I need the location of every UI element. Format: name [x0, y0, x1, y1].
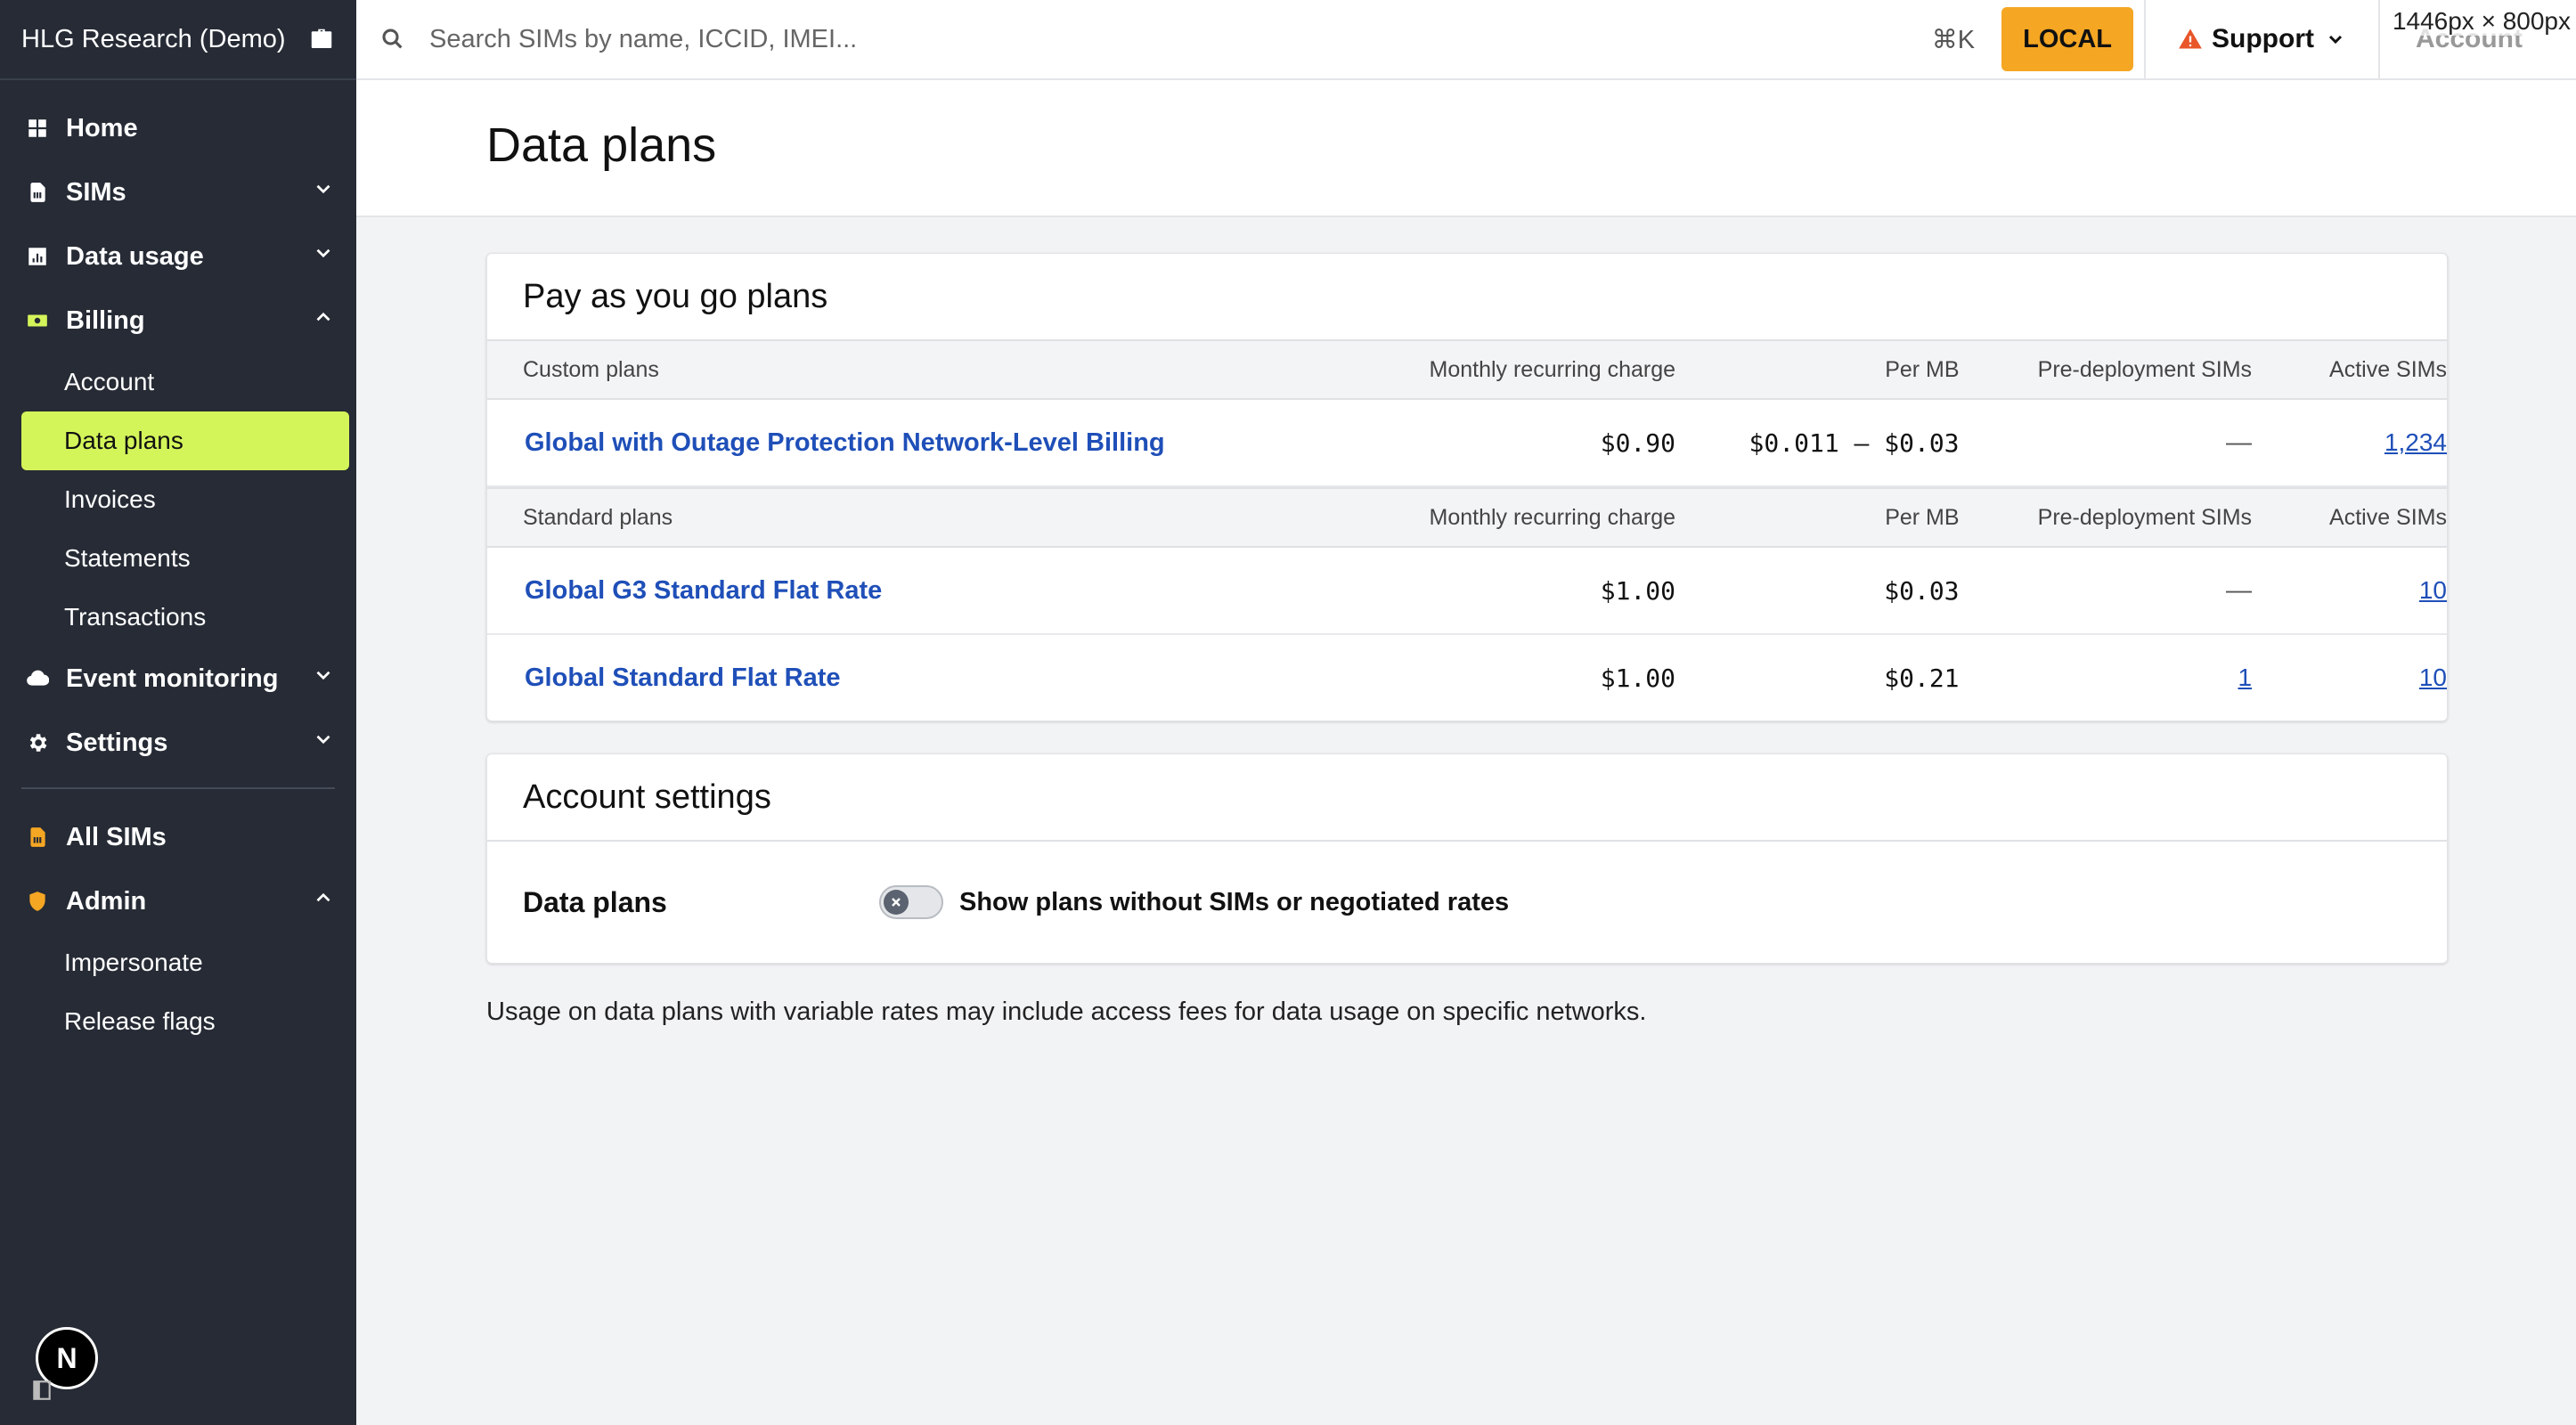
- support-menu[interactable]: Support: [2144, 0, 2378, 78]
- pre-deployment-sims: —: [2226, 428, 2253, 457]
- active-sims-link[interactable]: 1,234: [2384, 428, 2447, 456]
- viewport-size-label: 1446px × 800px: [2392, 7, 2571, 36]
- support-label: Support: [2212, 24, 2314, 53]
- sidebar-item-label: All SIMs: [66, 822, 167, 851]
- footnote: Usage on data plans with variable rates …: [486, 998, 1647, 1026]
- topbar: ⌘K LOCAL Support Account 1446px × 800px: [356, 0, 2576, 80]
- sidebar-divider: [21, 787, 335, 789]
- column-header: Per MB: [1885, 356, 1960, 382]
- table-header: Standard plans Monthly recurring charge …: [487, 487, 2447, 548]
- per-mb-rate: $0.03: [1884, 575, 1960, 606]
- sidebar-item-label: Billing: [66, 305, 145, 335]
- close-icon: [884, 890, 909, 915]
- gear-icon: [25, 730, 50, 755]
- sidebar-subitem-statements[interactable]: Statements: [21, 529, 349, 588]
- table-row: Global with Outage Protection Network-Le…: [487, 400, 2447, 487]
- sidebar-item-label: Settings: [66, 728, 168, 757]
- pre-deployment-sims-link[interactable]: 1: [2238, 664, 2252, 691]
- org-switcher[interactable]: HLG Research (Demo): [0, 0, 356, 80]
- sidebar-item-label: SIMs: [66, 177, 126, 207]
- chevron-down-icon: [2328, 35, 2343, 45]
- org-name: HLG Research (Demo): [21, 24, 286, 53]
- table-header: Custom plans Monthly recurring charge Pe…: [487, 339, 2447, 400]
- plan-link[interactable]: Global G3 Standard Flat Rate: [523, 576, 882, 605]
- search-input[interactable]: [428, 23, 1932, 55]
- table-row: Global G3 Standard Flat Rate $1.00 $0.03…: [487, 548, 2447, 635]
- sidebar-subitem-invoices[interactable]: Invoices: [21, 470, 349, 529]
- sidebar-item-all-sims[interactable]: All SIMs: [0, 805, 356, 869]
- panel-icon[interactable]: [30, 1379, 53, 1402]
- grid-icon: [25, 116, 50, 141]
- shield-icon: [25, 889, 50, 914]
- cloud-icon: [25, 666, 50, 691]
- per-mb-rate: $0.21: [1884, 663, 1960, 693]
- sim-icon: [25, 825, 50, 850]
- sidebar-item-event-monitoring[interactable]: Event monitoring: [0, 647, 356, 711]
- sidebar: HLG Research (Demo) Home SIMs Data usage…: [0, 0, 356, 1425]
- monthly-charge: $1.00: [1600, 663, 1676, 693]
- column-header: Pre-deployment SIMs: [2037, 356, 2253, 382]
- sim-icon: [25, 180, 50, 205]
- keyboard-shortcut: ⌘K: [1931, 25, 1976, 54]
- active-sims-link[interactable]: 10: [2419, 664, 2447, 691]
- column-header: Custom plans: [523, 356, 659, 382]
- chevron-down-icon[interactable]: [312, 728, 335, 758]
- sidebar-subitem-release-flags[interactable]: Release flags: [21, 992, 349, 1051]
- column-header: Active SIMs: [2329, 504, 2448, 530]
- account-settings-card: Account settings Data plans Show plans w…: [486, 753, 2448, 964]
- column-header: Pre-deployment SIMs: [2037, 504, 2253, 530]
- monthly-charge: $0.90: [1600, 428, 1676, 458]
- sidebar-item-label: Data usage: [66, 241, 204, 271]
- sidebar-item-home[interactable]: Home: [0, 96, 356, 160]
- briefcase-check-icon: [311, 28, 332, 48]
- sidebar-item-admin[interactable]: Admin: [0, 869, 356, 933]
- page-title: Data plans: [486, 118, 717, 172]
- table-row: Global Standard Flat Rate $1.00 $0.21 1 …: [487, 635, 2447, 721]
- page-header: Data plans: [356, 80, 2576, 217]
- monthly-charge: $1.00: [1600, 575, 1676, 606]
- card-title: Pay as you go plans: [523, 277, 828, 315]
- sidebar-subitem-account[interactable]: Account: [21, 353, 349, 411]
- column-header: Monthly recurring charge: [1429, 356, 1676, 382]
- active-sims-link[interactable]: 10: [2419, 576, 2447, 604]
- per-mb-rate: $0.011 – $0.03: [1749, 428, 1960, 458]
- setting-row: Data plans Show plans without SIMs or ne…: [487, 840, 2447, 963]
- chevron-down-icon[interactable]: [312, 241, 335, 272]
- sidebar-item-label: Event monitoring: [66, 664, 279, 693]
- sidebar-subitem-data-plans[interactable]: Data plans: [21, 411, 349, 470]
- column-header: Monthly recurring charge: [1429, 504, 1676, 530]
- sidebar-item-label: Home: [66, 113, 138, 142]
- search-icon: [382, 28, 403, 49]
- sidebar-item-sims[interactable]: SIMs: [0, 160, 356, 224]
- sidebar-subitem-impersonate[interactable]: Impersonate: [21, 933, 349, 992]
- column-header: Active SIMs: [2329, 356, 2448, 382]
- warning-icon: [2179, 28, 2202, 49]
- sidebar-item-label: Admin: [66, 886, 147, 916]
- sidebar-item-billing[interactable]: Billing: [0, 289, 356, 353]
- plan-link[interactable]: Global with Outage Protection Network-Le…: [523, 428, 1165, 457]
- plan-link[interactable]: Global Standard Flat Rate: [523, 664, 841, 692]
- show-plans-toggle[interactable]: [879, 885, 943, 919]
- column-header: Standard plans: [523, 504, 673, 530]
- chart-icon: [25, 244, 50, 269]
- chevron-up-icon[interactable]: [312, 886, 335, 916]
- sidebar-subitem-transactions[interactable]: Transactions: [21, 588, 349, 647]
- pre-deployment-sims: —: [2226, 575, 2253, 605]
- setting-label: Data plans: [523, 885, 667, 918]
- chevron-down-icon[interactable]: [312, 664, 335, 694]
- chevron-down-icon[interactable]: [312, 177, 335, 208]
- card-title: Account settings: [523, 778, 771, 816]
- money-icon: [25, 308, 50, 333]
- chevron-up-icon[interactable]: [312, 305, 335, 336]
- column-header: Per MB: [1885, 504, 1960, 530]
- toggle-label: Show plans without SIMs or negotiated ra…: [959, 887, 1510, 916]
- payg-plans-card: Pay as you go plans Custom plans Monthly…: [486, 253, 2448, 721]
- environment-button[interactable]: LOCAL: [2001, 7, 2134, 71]
- sidebar-item-data-usage[interactable]: Data usage: [0, 224, 356, 289]
- sidebar-item-settings[interactable]: Settings: [0, 711, 356, 775]
